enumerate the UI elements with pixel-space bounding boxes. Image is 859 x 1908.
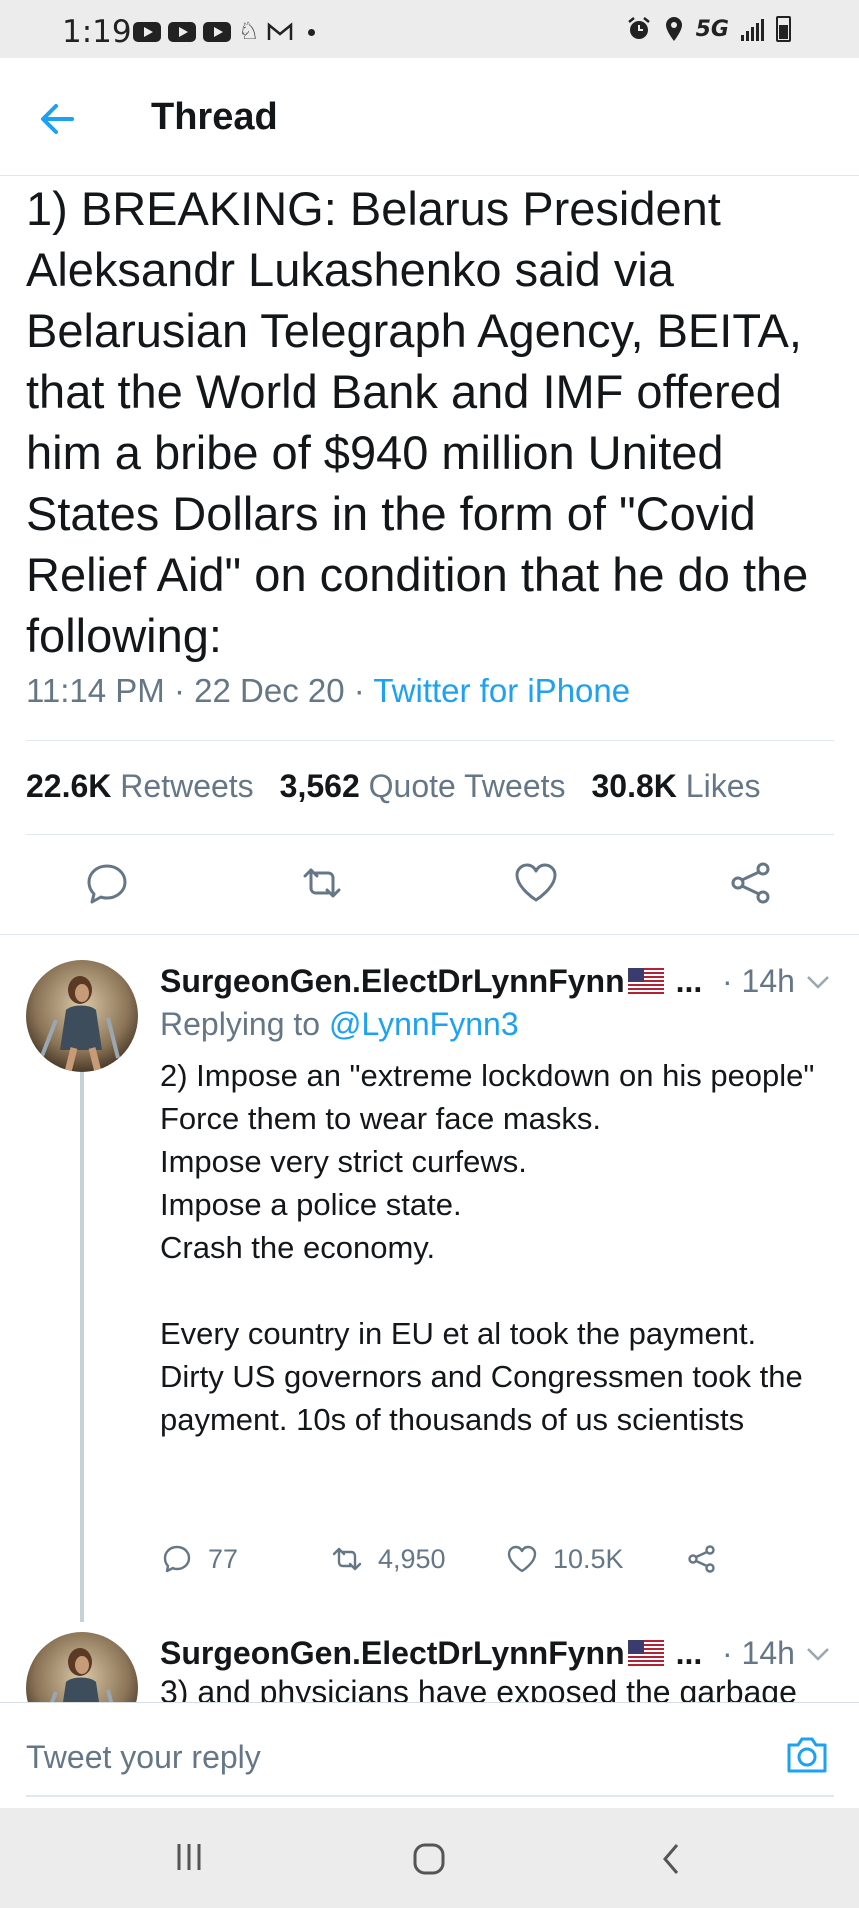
tweet-source-link[interactable]: Twitter for iPhone: [373, 672, 630, 709]
share-icon: [688, 1545, 715, 1573]
location-icon: [665, 17, 682, 41]
like-heart-icon[interactable]: [511, 858, 561, 908]
gmail-icon: [267, 22, 292, 40]
likes-stat[interactable]: 30.8K Likes: [592, 768, 761, 804]
status-system-icons: 5G: [626, 16, 791, 42]
divider: [0, 934, 859, 935]
retweet-count: 4,950: [378, 1543, 446, 1574]
input-underline: [26, 1795, 834, 1797]
tweet-time: 11:14 PM: [26, 672, 165, 709]
reply-icon: [163, 1545, 191, 1573]
divider: [26, 740, 834, 741]
network-type: 5G: [695, 16, 729, 42]
status-bar: 1:19 ♘ 5G: [0, 0, 859, 58]
us-flag-icon: [627, 968, 664, 994]
reply-author-name[interactable]: SurgeonGen.ElectDrLynnFynn: [160, 963, 625, 999]
thread-header: Thread: [0, 58, 859, 176]
reply-share-button[interactable]: [685, 1542, 719, 1576]
system-nav-bar: [0, 1808, 859, 1908]
camera-icon[interactable]: [784, 1733, 830, 1775]
alarm-icon: [627, 17, 650, 39]
separator: ·: [173, 672, 195, 709]
retweet-icon: [332, 1547, 362, 1571]
reply-like-button[interactable]: 10.5K: [505, 1542, 624, 1576]
tweet-text: 1) BREAKING: Belarus President Aleksandr…: [26, 182, 809, 662]
back-arrow-icon[interactable]: [34, 94, 84, 144]
youtube-icon: [133, 22, 161, 42]
signal-icon: [741, 17, 764, 41]
notification-icon: ♘: [238, 18, 260, 45]
tweet-date: 22 Dec 20: [194, 672, 345, 709]
reply-count: 77: [208, 1543, 239, 1574]
status-notifications: ♘: [133, 20, 315, 44]
page-title: Thread: [151, 96, 278, 138]
chevron-down-icon[interactable]: [804, 1644, 832, 1664]
home-icon[interactable]: [412, 1842, 446, 1876]
us-flag-icon: [627, 1640, 664, 1666]
share-icon[interactable]: [726, 858, 776, 908]
replying-handle-link[interactable]: @LynnFynn3: [329, 1006, 519, 1042]
quotes-stat[interactable]: 3,562 Quote Tweets: [280, 768, 566, 804]
reply-icon[interactable]: [82, 858, 132, 908]
thread-connector-line: [80, 1072, 84, 1622]
reply-text: 2) Impose an "extreme lockdown on his pe…: [160, 1058, 815, 1437]
retweet-icon[interactable]: [297, 858, 347, 908]
tweet-reply-input[interactable]: Tweet your reply: [26, 1739, 261, 1776]
separator: ·: [353, 672, 374, 709]
reply-retweet-button[interactable]: 4,950: [330, 1542, 446, 1576]
youtube-icon: [168, 22, 196, 42]
name-truncation: ...: [675, 963, 703, 999]
dot-icon: [307, 28, 315, 36]
youtube-icon: [203, 22, 231, 42]
reply-header: SurgeonGen.ElectDrLynnFynn ...: [160, 1635, 702, 1672]
reply-reply-button[interactable]: 77: [160, 1542, 238, 1576]
recent-apps-icon[interactable]: [174, 1842, 204, 1872]
chevron-down-icon[interactable]: [804, 972, 832, 992]
retweets-stat[interactable]: 22.6K Retweets: [26, 768, 254, 804]
reply-timestamp: · 14h: [722, 963, 795, 999]
battery-icon: [776, 16, 791, 42]
tweet-actions: [0, 858, 859, 934]
like-heart-icon: [507, 1545, 537, 1573]
reply-header: SurgeonGen.ElectDrLynnFynn ...: [160, 963, 702, 1000]
reply-composer: Tweet your reply: [0, 1702, 859, 1808]
status-time: 1:19: [62, 14, 132, 50]
avatar[interactable]: [26, 960, 138, 1072]
tweet-stats: 22.6K Retweets 3,562 Quote Tweets 30.8K Li…: [26, 768, 760, 805]
reply-timestamp: · 14h: [722, 1635, 795, 1671]
reply-author-name[interactable]: SurgeonGen.ElectDrLynnFynn: [160, 1635, 625, 1671]
divider: [26, 834, 834, 835]
replying-to: Replying to @LynnFynn3: [160, 1006, 519, 1042]
system-back-icon[interactable]: [660, 1842, 682, 1876]
name-truncation: ...: [675, 1635, 703, 1671]
tweet-meta: 11:14 PM · 22 Dec 20 · Twitter for iPhon…: [26, 672, 630, 710]
like-count: 10.5K: [553, 1543, 624, 1574]
